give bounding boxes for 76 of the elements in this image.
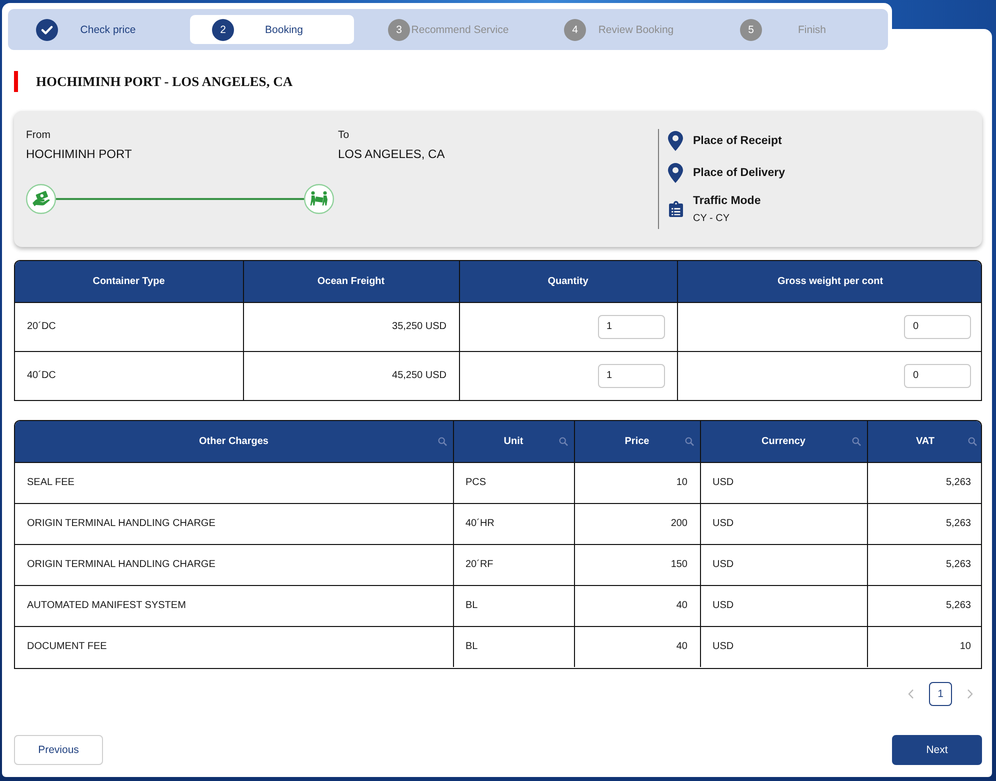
table-cell: USD [700,503,867,544]
cash-in-hand-icon [26,184,56,214]
quantity-input[interactable]: 1 [598,364,664,388]
weight-input[interactable]: 0 [904,364,971,388]
detail-label: Traffic Mode [693,194,761,209]
from-label: From [26,129,52,142]
location-pin-icon [668,131,683,151]
search-icon[interactable] [684,436,694,446]
location-pin-icon [668,163,683,183]
table-cell: 40´HR [453,503,574,544]
column-header: VAT [916,436,934,447]
step-number: 4 [564,18,586,40]
table-cell: AUTOMATED MANIFEST SYSTEM [15,585,453,626]
column-header: Unit [504,436,524,447]
weight-input[interactable]: 0 [904,314,971,338]
page-button[interactable]: 1 [929,682,952,706]
detail-value: CY - CY [693,212,730,225]
step-tab[interactable]: 2 Booking [190,15,354,44]
column-header: Currency [762,436,806,447]
table-cell: 40 [574,585,700,626]
table-cell: 5,263 [867,544,981,585]
step-number: 2 [212,18,234,40]
table-cell: 35,250 USD [243,302,459,351]
table-cell: DOCUMENT FEE [15,626,453,667]
table-cell: 20´DC [15,302,243,351]
column-header: Gross weight per cont [677,261,981,302]
search-icon[interactable] [438,436,446,446]
step-number: 3 [388,18,410,40]
table-cell: USD [700,585,867,626]
next-button[interactable]: Next [892,735,982,765]
column-header: Other Charges [199,436,268,447]
step-number: 5 [740,18,762,40]
table-cell: 5,263 [867,503,981,544]
table-cell: 5,263 [867,462,981,503]
step-label: Recommend Service [410,24,510,36]
table-cell: SEAL FEE [15,462,453,503]
to-value: LOS ANGELES, CA [338,146,446,162]
table-cell: BL [453,585,574,626]
column-header: Price [624,436,650,447]
search-icon[interactable] [852,436,860,446]
column-header: Container Type [15,261,243,302]
previous-button[interactable]: Previous [14,735,103,765]
step-tab[interactable]: Check price [14,15,178,44]
people-carrying-icon [304,184,334,214]
table-cell: 5,263 [867,585,981,626]
column-header: Ocean Freight [243,261,459,302]
route-title: HOCHIMINH PORT - LOS ANGELES, CA [36,74,293,90]
detail-label: Place of Receipt [693,134,782,149]
table-cell: 40 [574,626,700,667]
step-label: Review Booking [597,24,675,36]
table-cell: 10 [574,462,700,503]
table-cell: PCS [453,462,574,503]
from-value: HOCHIMINH PORT [26,146,133,162]
table-cell: ORIGIN TERMINAL HANDLING CHARGE [15,544,453,585]
search-icon[interactable] [968,436,977,446]
clipboard-icon [669,201,683,217]
table-cell: USD [700,462,867,503]
accent-bar [14,71,18,92]
step-label: Finish [796,24,827,36]
step-label: Booking [264,24,304,36]
column-header: Quantity [459,261,677,302]
to-label: To [338,129,350,142]
table-cell: 20´RF [453,544,574,585]
table-cell: ORIGIN TERMINAL HANDLING CHARGE [15,503,453,544]
detail-label: Place of Delivery [693,166,786,181]
table-cell: 10 [867,626,981,667]
table-cell: 150 [574,544,700,585]
table-cell: USD [700,626,867,667]
step-label: Check price [79,24,137,36]
table-cell: 40´DC [15,351,243,400]
table-cell: 200 [574,503,700,544]
table-cell: USD [700,544,867,585]
table-cell: 45,250 USD [243,351,459,400]
table-cell: BL [453,626,574,667]
search-icon[interactable] [558,436,568,446]
quantity-input[interactable]: 1 [598,314,664,338]
